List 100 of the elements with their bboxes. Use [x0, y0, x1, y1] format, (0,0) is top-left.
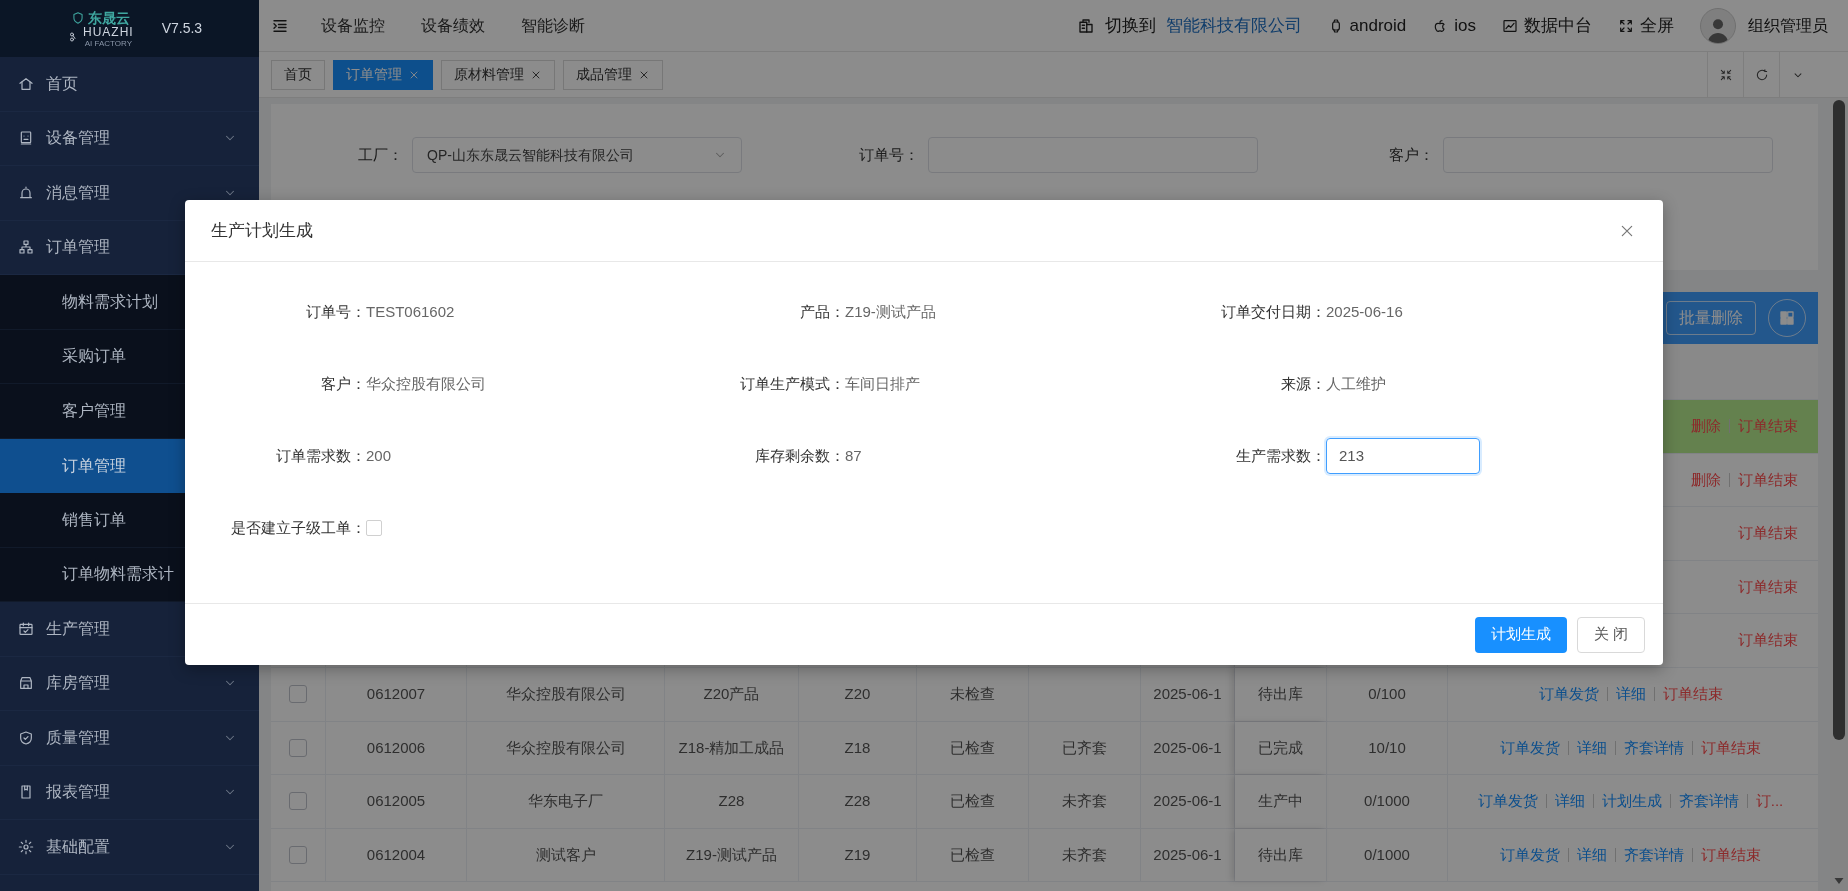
- table-cell-text: Z18-精加工成品: [678, 737, 785, 758]
- table-cell-text: 2025-06-1: [1153, 684, 1222, 704]
- avatar[interactable]: [1700, 7, 1736, 44]
- field-value: Z19-测试产品: [845, 301, 936, 322]
- field-value: 87: [845, 445, 862, 466]
- table-row[interactable]: 0612006 华众控股有限公司 Z18-精加工成品 Z18 已检查 已齐套 2025-06-1 已完成 10/10 订单发货 详细 齐套详情 订单结束: [271, 721, 1818, 776]
- user-name: 组织管理员: [1748, 15, 1828, 36]
- table-cell-text: 未检查: [950, 684, 995, 704]
- table-cell-text: 测试客户: [535, 844, 596, 865]
- table-row[interactable]: 0612005 华东电子厂 Z28 Z28 已检查 未齐套 2025-06-1 生产中 0/1000 订单发货 详细 计划生成 齐套详情 订...: [271, 775, 1818, 829]
- table-cell-text: 已检查: [950, 791, 995, 812]
- nav-link[interactable]: 设备绩效: [421, 13, 485, 38]
- table-row[interactable]: 0612004 测试客户 Z19-测试产品 Z19 已检查 未齐套 2025-06-1 待出库 0/1000 订单发货 详细 齐套详情 订单结束: [271, 828, 1818, 883]
- action-link[interactable]: 订单结束: [1738, 468, 1798, 492]
- field-label: 库存剩余数：: [754, 445, 845, 466]
- select-field[interactable]: QP-山东东晟云智能科技有限公司: [412, 137, 742, 173]
- table-cell-text: 未齐套: [1062, 844, 1107, 865]
- action-link[interactable]: 齐套详情: [1624, 736, 1684, 760]
- action-link[interactable]: 详细: [1554, 790, 1585, 813]
- field-value: 车间日排产: [845, 373, 920, 394]
- shield-icon: [71, 10, 86, 25]
- action-link[interactable]: 订单结束: [1701, 736, 1761, 760]
- table-cell-text: 2025-06-1: [1153, 844, 1222, 865]
- header-link[interactable]: android: [1327, 12, 1407, 39]
- table-cell-text: 2025-06-1: [1153, 737, 1222, 758]
- tab[interactable]: 成品管理: [563, 59, 663, 90]
- table-cell-text: 已检查: [950, 737, 995, 758]
- table-cell-text: Z20产品: [703, 684, 760, 704]
- action-link[interactable]: 订单结束: [1738, 575, 1798, 599]
- field-label: 订单号：: [305, 301, 366, 322]
- action-link[interactable]: 订...: [1755, 790, 1784, 813]
- checkbox[interactable]: [366, 520, 382, 536]
- field-label: 订单需求数：: [275, 445, 366, 466]
- field-label: 产品：: [799, 301, 845, 322]
- row-checkbox[interactable]: [289, 685, 307, 704]
- table-cell-text: 华东电子厂: [528, 791, 603, 812]
- table-row[interactable]: 0612007 华众控股有限公司 Z20产品 Z20 未检查 2025-06-1 待出库 0/100 订单发货 详细 订单结束: [271, 667, 1818, 722]
- action-link[interactable]: 订单发货: [1538, 683, 1599, 706]
- table-cell-text: 0612007: [366, 684, 426, 704]
- generate-button[interactable]: 计划生成: [1474, 616, 1567, 653]
- input-field[interactable]: 213: [1326, 438, 1480, 474]
- table-cell-text: 0/100: [1368, 684, 1406, 704]
- action-link[interactable]: 订单结束: [1701, 843, 1761, 867]
- field-value: 200: [366, 445, 392, 466]
- action-link[interactable]: 详细: [1577, 843, 1607, 867]
- table-cell-text: 华众控股有限公司: [505, 684, 626, 704]
- header-link[interactable]: 数据中台: [1502, 12, 1592, 39]
- table-cell-text: 生产中: [1258, 791, 1303, 812]
- action-link[interactable]: 计划生成: [1601, 790, 1662, 813]
- action-link[interactable]: 详细: [1615, 683, 1646, 706]
- scrollbar-thumb[interactable]: [1833, 100, 1845, 740]
- table-cell-text: 已完成: [1258, 737, 1303, 758]
- row-checkbox[interactable]: [289, 738, 307, 757]
- nav-link[interactable]: 智能诊断: [521, 13, 585, 38]
- table-cell-text: 待出库: [1258, 684, 1303, 704]
- table-cell-text: 待出库: [1258, 844, 1303, 865]
- nav-link[interactable]: 设备监控: [321, 13, 385, 38]
- company-link[interactable]: 智能科技有限公司: [1165, 12, 1302, 39]
- fullscreen-icon: [1618, 17, 1634, 34]
- field-value: 2025-06-16: [1326, 301, 1403, 322]
- table-cell-text: 0612004: [366, 844, 426, 865]
- action-link[interactable]: 删除: [1691, 468, 1721, 492]
- field-value: TEST061602: [366, 301, 455, 322]
- action-link[interactable]: 齐套详情: [1624, 843, 1684, 867]
- refresh-icon: [1754, 67, 1769, 82]
- row-checkbox[interactable]: [289, 792, 307, 811]
- table-cell-text: Z19: [844, 844, 871, 865]
- field-value: 人工维护: [1326, 373, 1386, 394]
- tab[interactable]: 首页: [271, 59, 325, 90]
- field-label: 生产需求数：: [1235, 445, 1326, 466]
- table-cell-text: 0/1000: [1364, 844, 1410, 865]
- header-link[interactable]: 全屏: [1618, 12, 1674, 39]
- tab[interactable]: 订单管理: [333, 59, 433, 90]
- field-label: 客户：: [320, 373, 366, 394]
- action-link[interactable]: 详细: [1577, 736, 1607, 760]
- filter-label: 客户：: [1388, 144, 1436, 165]
- batch-delete-button[interactable]: 批量删除: [1666, 301, 1756, 335]
- close-dialog-button[interactable]: 关 闭: [1576, 616, 1645, 653]
- logo-subtitle: HUAZHI: [83, 25, 134, 39]
- table-cell-text: 0612005: [366, 791, 426, 812]
- table-cell-text: 华众控股有限公司: [505, 737, 626, 758]
- action-link[interactable]: 齐套详情: [1678, 790, 1739, 813]
- table-cell-text: Z19-测试产品: [686, 844, 777, 865]
- table-cell-text: 已齐套: [1062, 737, 1107, 758]
- field-label: 订单交付日期：: [1220, 301, 1326, 322]
- table-cell-text: 10/10: [1368, 737, 1406, 758]
- field-value: 华众控股有限公司: [366, 373, 486, 394]
- header-link[interactable]: ios: [1432, 12, 1476, 39]
- row-checkbox[interactable]: [289, 846, 307, 865]
- action-link[interactable]: 订单结束: [1738, 629, 1798, 652]
- action-link[interactable]: 订单发货: [1477, 790, 1538, 813]
- action-link[interactable]: 订单发货: [1500, 736, 1560, 760]
- building-icon: [1076, 16, 1095, 35]
- tab[interactable]: 原材料管理: [441, 59, 555, 90]
- action-link[interactable]: 订单结束: [1738, 522, 1798, 545]
- table-cell-text: 未齐套: [1062, 791, 1107, 812]
- action-link[interactable]: 订单结束: [1662, 683, 1723, 706]
- table-cell-text: 已检查: [950, 844, 995, 865]
- field-label: 来源：: [1280, 373, 1326, 394]
- action-link[interactable]: 订单发货: [1500, 843, 1560, 867]
